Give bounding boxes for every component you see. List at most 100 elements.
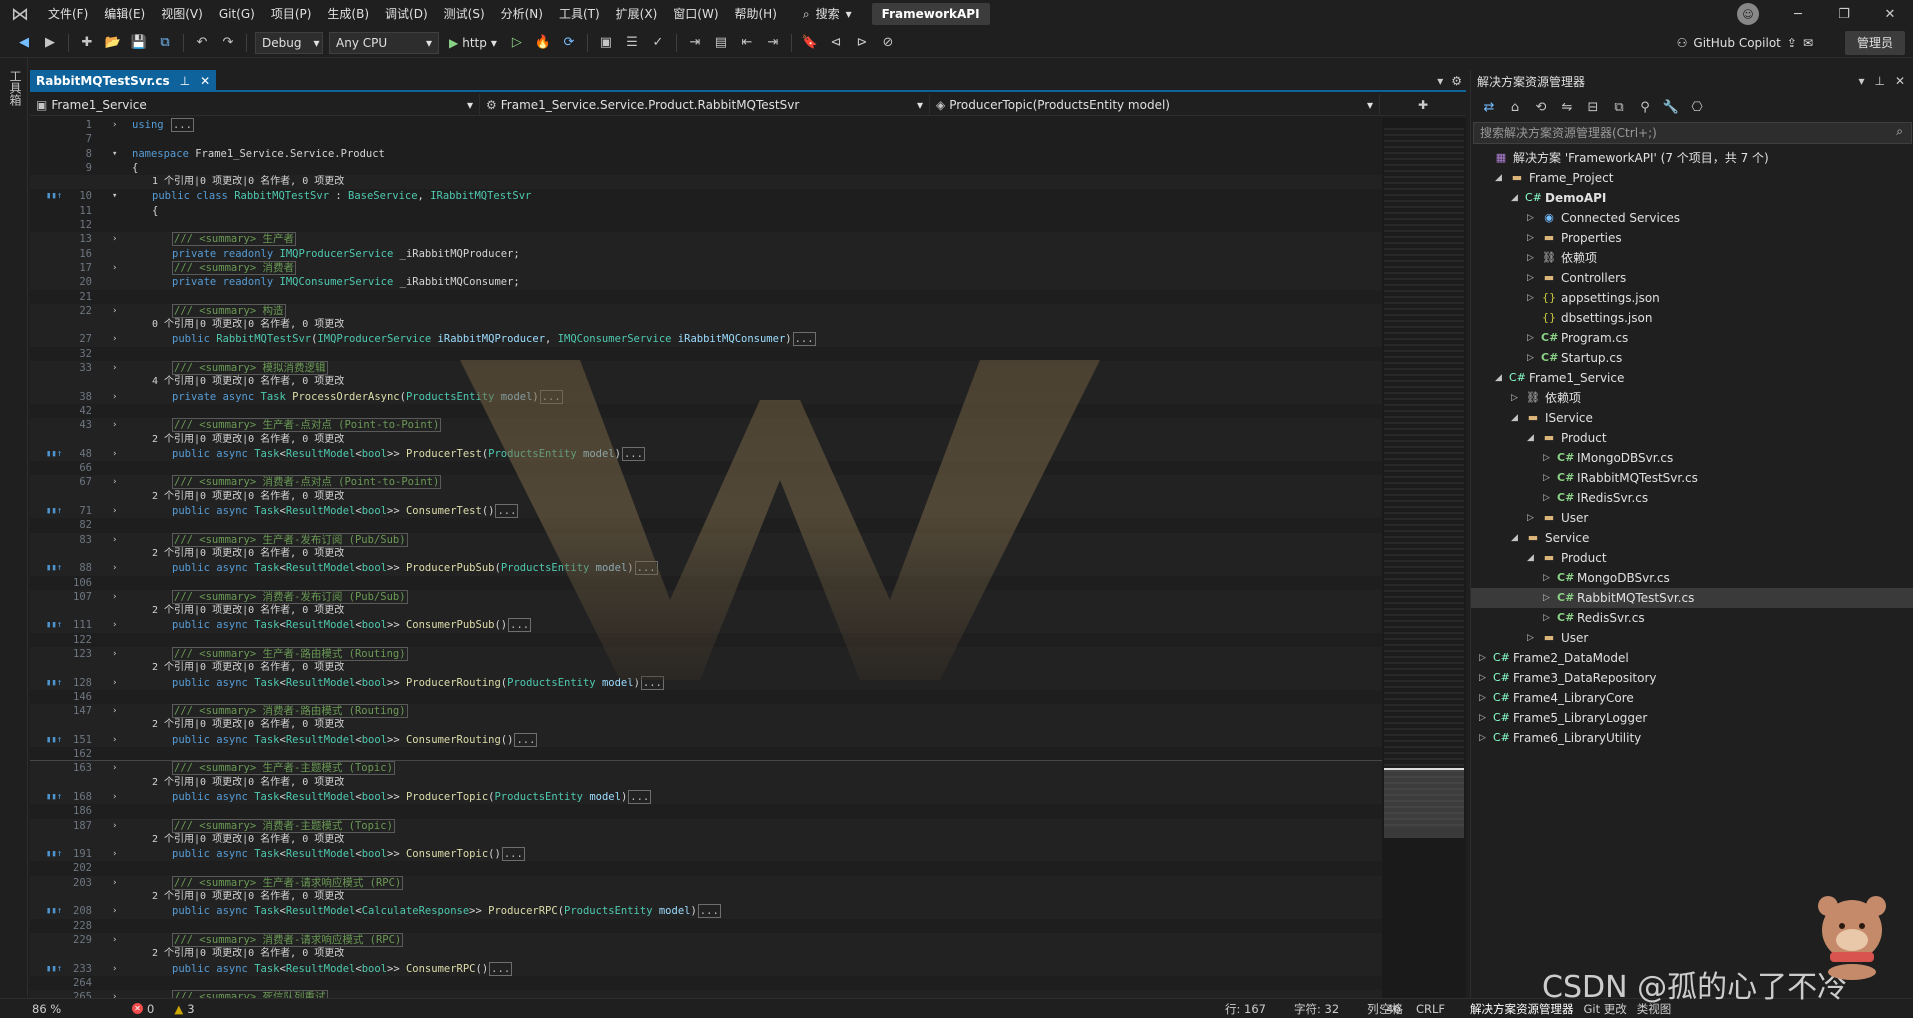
tree-item[interactable]: ▷ C# Frame6_LibraryUtility xyxy=(1471,728,1913,748)
pin-icon[interactable]: ⊥ xyxy=(180,74,190,88)
expanded-arrow-icon[interactable]: ◢ xyxy=(1511,408,1521,428)
filter-icon[interactable]: ⚲ xyxy=(1635,97,1655,117)
tree-item[interactable]: ▷ ▬ User xyxy=(1471,508,1913,528)
fold-collapsed-icon[interactable]: › xyxy=(112,504,122,518)
implementation-gutter-icon[interactable]: ▮▮↑ xyxy=(46,618,62,632)
class-dropdown[interactable]: ⚙ Frame1_Service.Service.Product.RabbitMQ… xyxy=(480,94,930,116)
code-text[interactable]: public async Task<ResultModel<CalculateR… xyxy=(172,904,721,919)
code-line[interactable]: ▮▮↑ 191 › public async Task<ResultModel<boo… xyxy=(30,847,1382,862)
tree-item[interactable]: ▷ ▬ Controllers xyxy=(1471,268,1913,288)
fold-collapsed-icon[interactable]: › xyxy=(112,475,122,489)
collapsed-arrow-icon[interactable]: ▷ xyxy=(1543,468,1553,488)
code-line[interactable]: ▮▮↑ 168 › public async Task<ResultModel<boo… xyxy=(30,789,1382,805)
bookmark-icon[interactable]: 🔖 xyxy=(800,33,820,53)
undo-icon[interactable]: ↶ xyxy=(192,33,212,53)
code-text[interactable]: /// <summary> 模拟消费逻辑 xyxy=(172,361,328,376)
code-line[interactable]: 122 xyxy=(30,633,1382,647)
fold-collapsed-icon[interactable]: › xyxy=(112,390,122,404)
layout-icon[interactable]: ☰ xyxy=(622,33,642,53)
tree-item[interactable]: ▷ C# Frame5_LibraryLogger xyxy=(1471,708,1913,728)
codelens-text[interactable]: 4 个引用|0 项更改|0 名作者, 0 项更改 xyxy=(152,375,344,389)
chevron-down-icon[interactable]: ▾ xyxy=(1858,74,1864,88)
fold-collapsed-icon[interactable]: › xyxy=(112,847,122,861)
refresh-icon[interactable]: ⟳ xyxy=(559,33,579,53)
zoom-level[interactable]: 86 % xyxy=(32,1002,92,1016)
implementation-gutter-icon[interactable]: ▮▮↑ xyxy=(46,189,62,203)
tree-item[interactable]: ◢ C# DemoAPI xyxy=(1471,188,1913,208)
fold-collapsed-icon[interactable]: › xyxy=(112,232,122,246)
codelens-line[interactable]: 0 个引用|0 项更改|0 名作者, 0 项更改 xyxy=(30,318,1382,333)
tree-item[interactable]: ▷ C# Frame3_DataRepository xyxy=(1471,668,1913,688)
code-line[interactable]: 17 › /// <summary> 消费者 xyxy=(30,260,1382,276)
fold-expanded-icon[interactable]: ▾ xyxy=(112,147,122,161)
collapsed-arrow-icon[interactable]: ▷ xyxy=(1479,688,1489,708)
code-text[interactable]: public class RabbitMQTestSvr : BaseServi… xyxy=(152,189,531,203)
tree-item[interactable]: ◢ ▬ IService xyxy=(1471,408,1913,428)
codelens-text[interactable]: 2 个引用|0 项更改|0 名作者, 0 项更改 xyxy=(152,604,344,618)
implementation-gutter-icon[interactable]: ▮▮↑ xyxy=(46,847,62,861)
collapsed-arrow-icon[interactable]: ▷ xyxy=(1479,648,1489,668)
step-icon[interactable]: ⇥ xyxy=(685,33,705,53)
collapsed-arrow-icon[interactable]: ▷ xyxy=(1543,488,1553,508)
collapse-all-icon[interactable]: ⊟ xyxy=(1583,97,1603,117)
tree-item[interactable]: ▷ C# IRedisSvr.cs xyxy=(1471,488,1913,508)
fold-collapsed-icon[interactable]: › xyxy=(112,761,122,775)
tree-item[interactable]: ◢ C# Frame1_Service xyxy=(1471,368,1913,388)
code-line[interactable]: ▮▮↑ 88 › public async Task<ResultModel<bool… xyxy=(30,561,1382,576)
code-line[interactable]: 7 xyxy=(30,132,1382,146)
fold-collapsed-icon[interactable]: › xyxy=(112,332,122,346)
tree-item[interactable]: ▷ ▬ User xyxy=(1471,628,1913,648)
fold-collapsed-icon[interactable]: › xyxy=(112,361,122,375)
search-menu[interactable]: ⌕ 搜索 ▾ xyxy=(793,3,862,25)
code-line[interactable]: 187 › /// <summary> 消费者-主题模式 (Topic) xyxy=(30,818,1382,833)
run-without-debug-icon[interactable]: ▷ xyxy=(507,33,527,53)
code-line[interactable]: 67 › /// <summary> 消费者-点对点 (Point-to-Point… xyxy=(30,475,1382,490)
code-text[interactable]: /// <summary> 消费者-路由模式 (Routing) xyxy=(172,704,408,719)
line-ending[interactable]: CRLF xyxy=(1416,1002,1445,1016)
code-line[interactable]: 202 xyxy=(30,861,1382,875)
code-line[interactable]: 38 › private async Task ProcessOrderAsync(… xyxy=(30,389,1382,404)
preview-icon[interactable]: ⎔ xyxy=(1687,97,1707,117)
open-folder-icon[interactable]: 📂 xyxy=(103,33,123,53)
save-all-icon[interactable]: ⧉ xyxy=(155,33,175,53)
code-text[interactable]: public async Task<ResultModel<bool>> Con… xyxy=(172,961,513,976)
codelens-line[interactable]: 2 个引用|0 项更改|0 名作者, 0 项更改 xyxy=(30,661,1382,676)
code-text[interactable]: /// <summary> 生产者-路由模式 (Routing) xyxy=(172,646,408,661)
menu-item[interactable]: Git(G) xyxy=(211,0,263,28)
collapsed-arrow-icon[interactable]: ▷ xyxy=(1527,508,1537,528)
search-icon[interactable]: ⌕ xyxy=(1896,124,1903,139)
menu-item[interactable]: 编辑(E) xyxy=(96,0,153,28)
tree-item[interactable]: {} dbsettings.json xyxy=(1471,308,1913,328)
solution-search-input[interactable]: 搜索解决方案资源管理器(Ctrl+;) xyxy=(1473,122,1912,144)
tree-item[interactable]: ▷ ⛓ 依赖项 xyxy=(1471,388,1913,408)
indent-mode[interactable]: 空格 xyxy=(1380,1001,1403,1017)
code-text[interactable]: public async Task<ResultModel<bool>> Con… xyxy=(172,732,538,747)
codelens-text[interactable]: 2 个引用|0 项更改|0 名作者, 0 项更改 xyxy=(152,661,344,675)
menu-item[interactable]: 工具(T) xyxy=(551,0,608,28)
scrollbar-thumb[interactable] xyxy=(1384,768,1464,838)
codelens-line[interactable]: 2 个引用|0 项更改|0 名作者, 0 项更改 xyxy=(30,546,1382,562)
collapsed-arrow-icon[interactable]: ▷ xyxy=(1479,708,1489,728)
toolbox-tab[interactable]: 工具箱 xyxy=(7,70,24,106)
member-dropdown[interactable]: ◈ ProducerTopic(ProductsEntity model) ▾ xyxy=(930,94,1380,116)
collapsed-arrow-icon[interactable]: ▷ xyxy=(1527,208,1537,228)
code-line[interactable]: ▮▮↑ 208 › public async Task<ResultModel<Cal… xyxy=(30,904,1382,919)
implementation-gutter-icon[interactable]: ▮▮↑ xyxy=(46,676,62,690)
implementation-gutter-icon[interactable]: ▮▮↑ xyxy=(46,561,62,575)
code-line[interactable]: 82 xyxy=(30,518,1382,532)
collapsed-arrow-icon[interactable]: ▷ xyxy=(1527,268,1537,288)
outdent-icon[interactable]: ⇥ xyxy=(763,33,783,53)
code-line[interactable]: ▮▮↑ 151 › public async Task<ResultModel<boo… xyxy=(30,732,1382,748)
codelens-text[interactable]: 2 个引用|0 项更改|0 名作者, 0 项更改 xyxy=(152,890,344,904)
tree-item[interactable]: ▷ C# RedisSvr.cs xyxy=(1471,608,1913,628)
show-all-files-icon[interactable]: ⧉ xyxy=(1609,97,1629,117)
editor-tab-active[interactable]: RabbitMQTestSvr.cs ⊥ ✕ xyxy=(30,70,217,92)
codelens-text[interactable]: 2 个引用|0 项更改|0 名作者, 0 项更改 xyxy=(152,433,344,447)
tree-item[interactable]: ◢ ▬ Frame_Project xyxy=(1471,168,1913,188)
fold-collapsed-icon[interactable]: › xyxy=(112,676,122,690)
code-text[interactable]: /// <summary> 消费者-请求响应模式 (RPC) xyxy=(172,932,404,947)
code-line[interactable]: 42 xyxy=(30,404,1382,418)
code-text[interactable]: { xyxy=(132,161,138,175)
code-text[interactable]: { xyxy=(152,204,158,218)
configuration-select[interactable]: Debug ▾ xyxy=(255,31,323,54)
